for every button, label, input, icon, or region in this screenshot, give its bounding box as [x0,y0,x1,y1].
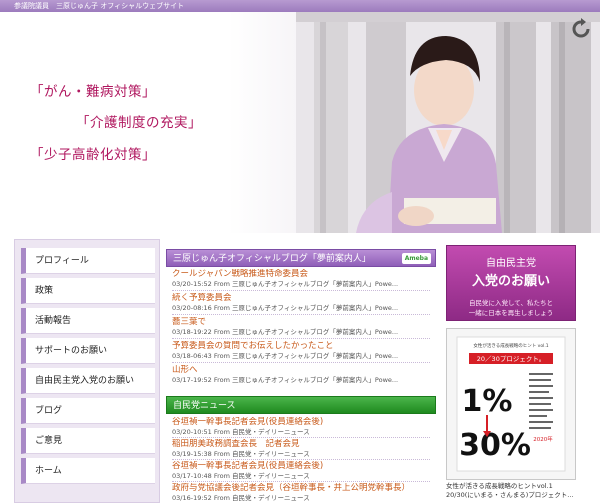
blog-entry[interactable]: 山形へ 03/17-19:52 From 三原じゅん子オフィシャルブログ「夢前案… [172,365,434,385]
join-banner-note: 一緒に日本を再生しましょう [468,309,554,317]
news-entry[interactable]: 稲田朋美政務調査会長 記者会見 03/19-15:38 From 自民党・デイリ… [172,439,434,459]
side-navigation: プロフィール 政策 活動報告 サポートのお願い 自由民主党入党のお願い ブログ … [14,239,160,503]
news-entry[interactable]: 谷垣禎一幹事長記者会見(役員連絡会後) 03/17-10:48 From 自民党… [172,461,434,481]
blog-entry-meta: 03/18-06:43 From 三原じゅん子オフィシャルブログ「夢前案内人」P… [172,352,399,360]
site-strip: 参議院議員 三原じゅん子 オフィシャルウェブサイト [0,0,600,12]
book-topline: 女性が活きる成長戦略のヒント vol.1 [473,342,548,349]
blog-entry[interactable]: クールジャパン戦略推進特命委員会 03/20-15:52 From 三原じゅん子… [172,269,434,289]
slogan-birthrate: 「少子高齢化対策」 [30,147,156,163]
book-caption[interactable]: 女性が活きる成長戦略のヒントvol.1 20/30(にいまる・さんまる)プロジェ… [446,482,576,500]
blog-entry-meta: 03/18-19:22 From 三原じゅん子オフィシャルブログ「夢前案内人」P… [172,328,399,336]
news-entry-title[interactable]: 稲田朋美政務調査会長 記者会見 [172,439,434,450]
blog-entry-title[interactable]: 予算委員会の質問でお伝えしたかったこと [172,341,434,352]
blog-entry-title[interactable]: クールジャパン戦略推進特命委員会 [172,269,434,280]
divider [172,290,430,291]
blog-entry-meta: 03/17-19:52 From 三原じゅん子オフィシャルブログ「夢前案内人」P… [172,376,399,384]
hero-photo [296,12,600,233]
book-cover-image: 女性が活きる成長戦略のヒント vol.1 20／30プロジェクト。 1% 30%… [447,329,575,479]
slogan-cancer: 「がん・難病対策」 [30,84,156,100]
book-project: 20／30プロジェクト。 [477,355,545,363]
divider [172,437,430,438]
join-banner-title: 自由民主党 [486,258,536,269]
divider [172,481,430,482]
feeds-panel: 三原じゅん子オフィシャルブログ「夢前案内人」 Ameba クールジャパン戦略推進… [166,239,436,503]
news-entry-title[interactable]: 谷垣禎一幹事長記者会見(役員連絡会後) [172,461,434,472]
nav-item-feedback[interactable]: ご意見 [21,428,155,454]
book-big-1: 1% [462,384,513,419]
news-entry-title[interactable]: 谷垣禎一幹事長記者会見(役員連絡会後) [172,417,434,428]
blog-entry[interactable]: 続く予算委員会 03/20-08:16 From 三原じゅん子オフィシャルブログ… [172,293,434,313]
blog-entry-title[interactable]: 続く予算委員会 [172,293,434,304]
nav-item-activity-report[interactable]: 活動報告 [21,308,155,334]
join-ldp-banner[interactable]: 自由民主党 入党のお願い 自民党に入党して、私たちと 一緒に日本を再生しましょう [446,245,576,321]
nav-item-profile[interactable]: プロフィール [21,248,155,274]
blog-entry-meta: 03/20-08:16 From 三原じゅん子オフィシャルブログ「夢前案内人」P… [172,304,399,312]
news-entry-meta: 03/20-10:51 From 自民党・デイリーニュース [172,428,310,436]
news-entry-meta: 03/19-15:38 From 自民党・デイリーニュース [172,450,310,458]
book-cover-link[interactable]: 女性が活きる成長戦略のヒント vol.1 20／30プロジェクト。 1% 30%… [446,328,576,480]
blog-entry[interactable]: 予算委員会の質問でお伝えしたかったこと 03/18-06:43 From 三原じ… [172,341,434,361]
reload-icon[interactable] [570,18,592,40]
join-banner-subtitle: 入党のお願い [471,274,550,289]
news-entry-meta: 03/16-19:52 From 自民党・デイリーニュース [172,494,310,502]
nav-item-home[interactable]: ホーム [21,458,155,484]
hero-banner: 「がん・難病対策」 「介護制度の充実」 「少子高齢化対策」 [0,12,600,233]
blog-heading-text: 三原じゅん子オフィシャルブログ「夢前案内人」 [173,254,371,264]
join-banner-note: 自民党に入党して、私たちと [469,299,553,307]
news-entry[interactable]: 谷垣禎一幹事長記者会見(役員連絡会後) 03/20-10:51 From 自民党… [172,417,434,437]
news-entry[interactable]: 政府与党協議会後記者会見（谷垣幹事長・井上公明党幹事長） 03/16-19:52… [172,483,434,503]
blog-entry-title[interactable]: 蕎三葉で [172,317,434,328]
news-heading-text: 自民党ニュース [173,401,236,411]
book-big-2: 30% [459,428,531,463]
nav-item-policy[interactable]: 政策 [21,278,155,304]
divider [172,338,430,339]
book-year: 2020年 [533,435,553,443]
divider [172,362,430,363]
slogan-care: 「介護制度の充実」 [76,115,202,131]
blog-entry-title[interactable]: 山形へ [172,365,434,376]
divider [172,459,430,460]
blog-heading[interactable]: 三原じゅん子オフィシャルブログ「夢前案内人」 Ameba [166,249,436,267]
divider [172,314,430,315]
news-entry-title[interactable]: 政府与党協議会後記者会見（谷垣幹事長・井上公明党幹事長） [172,483,434,494]
news-heading[interactable]: 自民党ニュース [166,396,436,414]
news-entry-meta: 03/17-10:48 From 自民党・デイリーニュース [172,472,310,480]
nav-item-support[interactable]: サポートのお願い [21,338,155,364]
ameba-logo: Ameba [401,253,431,264]
nav-item-join-ldp[interactable]: 自由民主党入党のお願い [21,368,155,394]
nav-item-blog[interactable]: ブログ [21,398,155,424]
blog-entry[interactable]: 蕎三葉で 03/18-19:22 From 三原じゅん子オフィシャルブログ「夢前… [172,317,434,337]
blog-entry-meta: 03/20-15:52 From 三原じゅん子オフィシャルブログ「夢前案内人」P… [172,280,399,288]
